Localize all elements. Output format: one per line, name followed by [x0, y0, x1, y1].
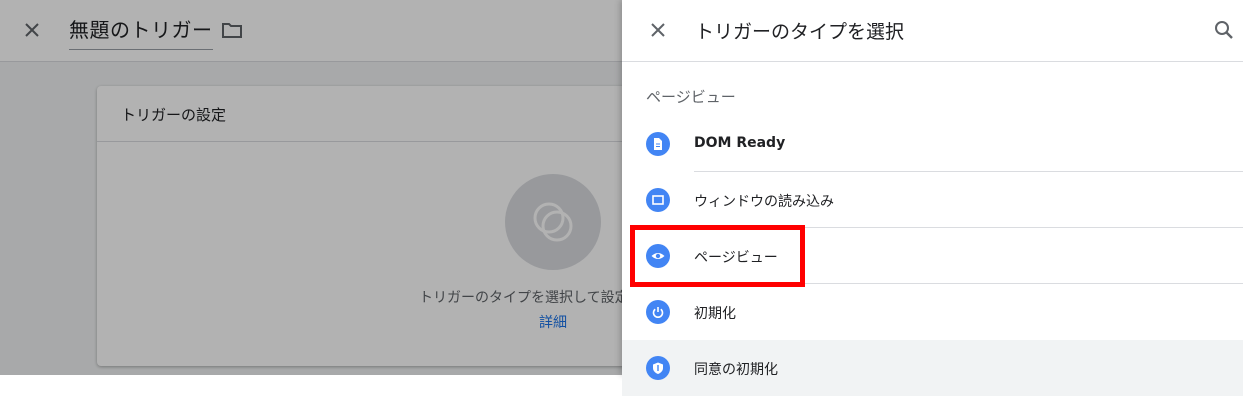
panel-title: トリガーのタイプを選択 — [695, 21, 905, 43]
trigger-type-initialization[interactable]: 初期化 — [622, 284, 1243, 340]
shield-icon — [646, 356, 670, 380]
close-icon[interactable] — [646, 18, 670, 42]
trigger-type-consent-initialization[interactable]: 同意の初期化 — [622, 340, 1243, 396]
window-icon — [646, 188, 670, 212]
power-icon — [646, 300, 670, 324]
panel-header: トリガーのタイプを選択 — [622, 0, 1243, 62]
search-icon[interactable] — [1212, 18, 1236, 42]
eye-icon — [646, 244, 670, 268]
trigger-type-window-loaded[interactable]: ウィンドウの読み込み — [622, 172, 1243, 228]
trigger-type-panel: トリガーのタイプを選択 ページビュー DOM Ready ウィンドウの読み込み — [622, 0, 1243, 396]
item-label: 初期化 — [694, 306, 736, 322]
item-label: ページビュー — [694, 250, 778, 266]
section-label-pageview: ページビュー — [646, 88, 736, 106]
item-label: DOM Ready — [694, 135, 786, 151]
item-label: ウィンドウの読み込み — [694, 194, 834, 210]
trigger-type-page-view[interactable]: ページビュー — [622, 228, 1243, 284]
trigger-type-dom-ready[interactable]: DOM Ready — [622, 116, 1243, 172]
item-label: 同意の初期化 — [694, 362, 778, 378]
document-icon — [646, 132, 670, 156]
